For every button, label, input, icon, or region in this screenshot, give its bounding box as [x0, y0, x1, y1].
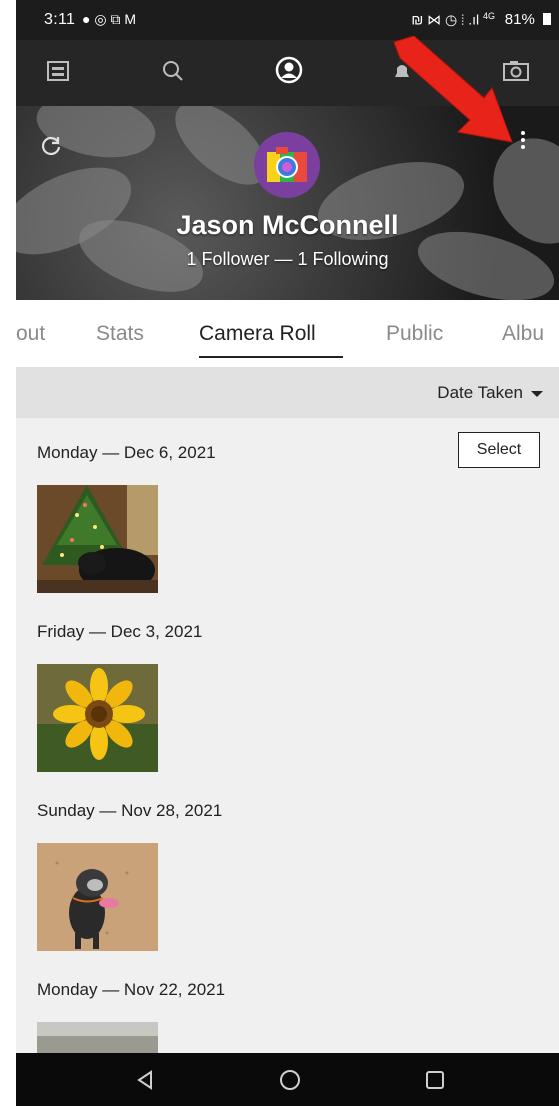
photo-thumbnail[interactable]: [37, 1022, 158, 1053]
battery-icon: [543, 13, 551, 25]
network-type: 4G: [482, 11, 495, 21]
sort-label: Date Taken: [437, 383, 523, 402]
battery-level: 81%: [505, 11, 551, 28]
status-bar: 3:11 ● ◎ ⧉ M ₪ ⋈ ◷ ⦙ .ıl 4G 81%: [16, 0, 559, 40]
active-tab-indicator: [199, 356, 343, 358]
profile-icon[interactable]: [275, 56, 303, 84]
search-icon[interactable]: [162, 60, 184, 82]
tab-public[interactable]: Public: [386, 322, 443, 346]
date-group-title: Monday — Nov 22, 2021: [37, 980, 226, 999]
home-icon[interactable]: [278, 1069, 302, 1096]
notification-icons: ● ◎ ⧉ M: [82, 11, 136, 27]
select-button[interactable]: Select: [458, 432, 540, 468]
avatar[interactable]: [254, 132, 320, 198]
sort-bar: Date Taken: [16, 367, 559, 418]
tab-stats[interactable]: Stats: [96, 322, 144, 346]
camera-roll-list: Monday — Dec 6, 2021 Select Friday — Dec…: [16, 418, 559, 1053]
tab-camera-roll[interactable]: Camera Roll: [199, 322, 316, 346]
caret-down-icon: [531, 390, 543, 397]
profile-tabs: out Stats Camera Roll Public Albu: [16, 300, 559, 367]
dog-photo: [37, 843, 158, 951]
app-frame: 3:11 ● ◎ ⧉ M ₪ ⋈ ◷ ⦙ .ıl 4G 81% Jason Mc…: [16, 0, 559, 1106]
date-group-title: Monday — Dec 6, 2021: [37, 443, 216, 462]
recent-apps-icon[interactable]: [424, 1069, 446, 1096]
photo-thumbnail[interactable]: [37, 843, 158, 951]
photo-thumbnail[interactable]: [37, 485, 158, 593]
annotation-arrow-icon: [393, 36, 513, 143]
date-group-title: Sunday — Nov 28, 2021: [37, 801, 223, 820]
tab-albums[interactable]: Albu: [502, 322, 544, 346]
system-icons: ₪ ⋈ ◷ ⦙ .ıl 4G: [411, 11, 495, 29]
photo-thumbnail[interactable]: [37, 664, 158, 772]
status-time: 3:11: [44, 11, 76, 28]
tab-about[interactable]: out: [16, 322, 45, 346]
christmas-tree-dog-photo: [37, 485, 158, 593]
refresh-icon[interactable]: [40, 134, 62, 161]
battery-percent: 81%: [504, 11, 535, 28]
system-navigation-bar: [16, 1053, 559, 1106]
system-icons-glyphs: ₪ ⋈ ◷ ⦙ .ıl: [411, 11, 480, 28]
follower-counts[interactable]: 1 Follower — 1 Following: [16, 249, 559, 270]
feed-icon[interactable]: [46, 60, 70, 82]
back-icon[interactable]: [134, 1069, 156, 1096]
date-group-title: Friday — Dec 3, 2021: [37, 622, 203, 641]
camera-avatar-icon: [267, 147, 307, 182]
sort-dropdown[interactable]: Date Taken: [437, 383, 543, 403]
landscape-photo: [37, 1022, 158, 1053]
sunflower-photo: [37, 664, 158, 772]
profile-name: Jason McConnell: [176, 210, 399, 240]
